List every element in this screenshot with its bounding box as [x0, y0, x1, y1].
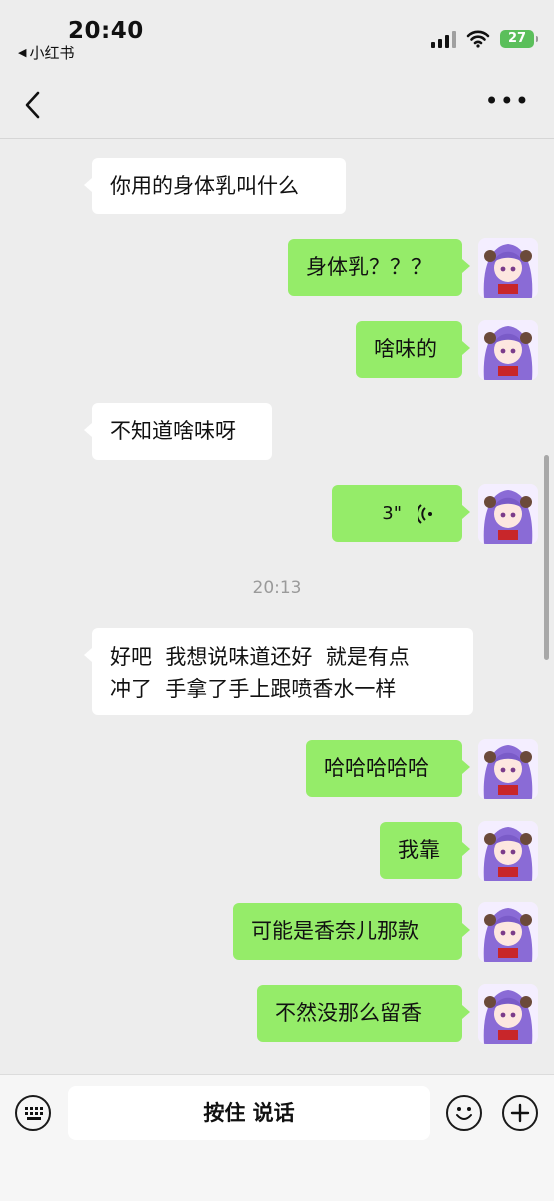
back-triangle-icon: ◀: [18, 46, 27, 59]
message-text-line: 冲了 手拿了手上跟喷香水一样: [110, 677, 397, 701]
message-text: 不然没那么留香: [275, 1001, 422, 1025]
message-bubble-sent[interactable]: 可能是香奈儿那款: [233, 903, 470, 960]
message-bubble-received[interactable]: 好吧 我想说味道还好 就是有点 冲了 手拿了手上跟喷香水一样: [84, 628, 473, 715]
message-text-line: 好吧 我想说味道还好 就是有点: [110, 645, 410, 669]
avatar[interactable]: [478, 739, 538, 799]
avatar-image: [478, 902, 538, 962]
message-text: 不知道啥味呀: [110, 419, 236, 443]
message-text: 我靠: [398, 838, 440, 862]
status-time: 20:40: [68, 18, 144, 44]
status-bar: 20:40 ◀ 小红书 27: [0, 0, 554, 70]
avatar[interactable]: [478, 984, 538, 1044]
voice-wave-icon: [418, 503, 432, 524]
voice-message-bubble[interactable]: 3": [332, 485, 470, 542]
message-bubble-received[interactable]: 你用的身体乳叫什么: [84, 158, 346, 214]
battery-icon: 27: [500, 30, 538, 48]
avatar-image: [478, 320, 538, 380]
avatar[interactable]: [478, 238, 538, 298]
emoji-icon[interactable]: [446, 1095, 482, 1131]
message-bubble-sent[interactable]: 不然没那么留香: [257, 985, 470, 1042]
message-text: 哈哈哈哈哈: [324, 756, 429, 780]
chat-timestamp: 20:13: [252, 578, 302, 598]
avatar-image: [478, 484, 538, 544]
hold-to-talk-button[interactable]: 按住 说话: [68, 1086, 430, 1140]
avatar-image: [478, 739, 538, 799]
avatar-image: [478, 238, 538, 298]
message-text: 啥味的: [374, 337, 437, 361]
message-bubble-sent[interactable]: 我靠: [380, 822, 470, 879]
back-to-app-label: 小红书: [29, 44, 75, 62]
chat-scrollbar[interactable]: [544, 455, 549, 660]
chevron-left-icon[interactable]: [20, 90, 46, 120]
message-text: 可能是香奈儿那款: [251, 919, 419, 943]
avatar[interactable]: [478, 902, 538, 962]
message-text: 你用的身体乳叫什么: [110, 174, 299, 198]
avatar[interactable]: [478, 821, 538, 881]
avatar[interactable]: [478, 320, 538, 380]
message-bubble-sent[interactable]: 啥味的: [356, 321, 470, 378]
back-to-app-link[interactable]: ◀ 小红书: [18, 42, 74, 63]
avatar[interactable]: [478, 484, 538, 544]
message-bubble-sent[interactable]: 身体乳？？？: [288, 239, 470, 296]
chat-header: •••: [0, 70, 554, 139]
avatar-image: [478, 984, 538, 1044]
wifi-icon: [466, 30, 490, 48]
message-bubble-sent[interactable]: 哈哈哈哈哈: [306, 740, 470, 797]
chat-area: 你用的身体乳叫什么 身体乳？？？ 啥味的 不知道啥味呀 3" 20:13 好吧 …: [0, 139, 554, 1074]
input-bar: 按住 说话: [0, 1074, 554, 1201]
voice-duration: 3": [382, 502, 402, 524]
keyboard-icon[interactable]: [15, 1095, 51, 1131]
avatar-image: [478, 821, 538, 881]
message-bubble-received[interactable]: 不知道啥味呀: [84, 403, 272, 460]
message-text: 身体乳？？？: [306, 255, 432, 279]
more-dots-icon[interactable]: •••: [485, 89, 530, 113]
signal-icon: [431, 30, 456, 48]
plus-icon[interactable]: [502, 1095, 538, 1131]
status-indicators: 27: [431, 30, 538, 48]
